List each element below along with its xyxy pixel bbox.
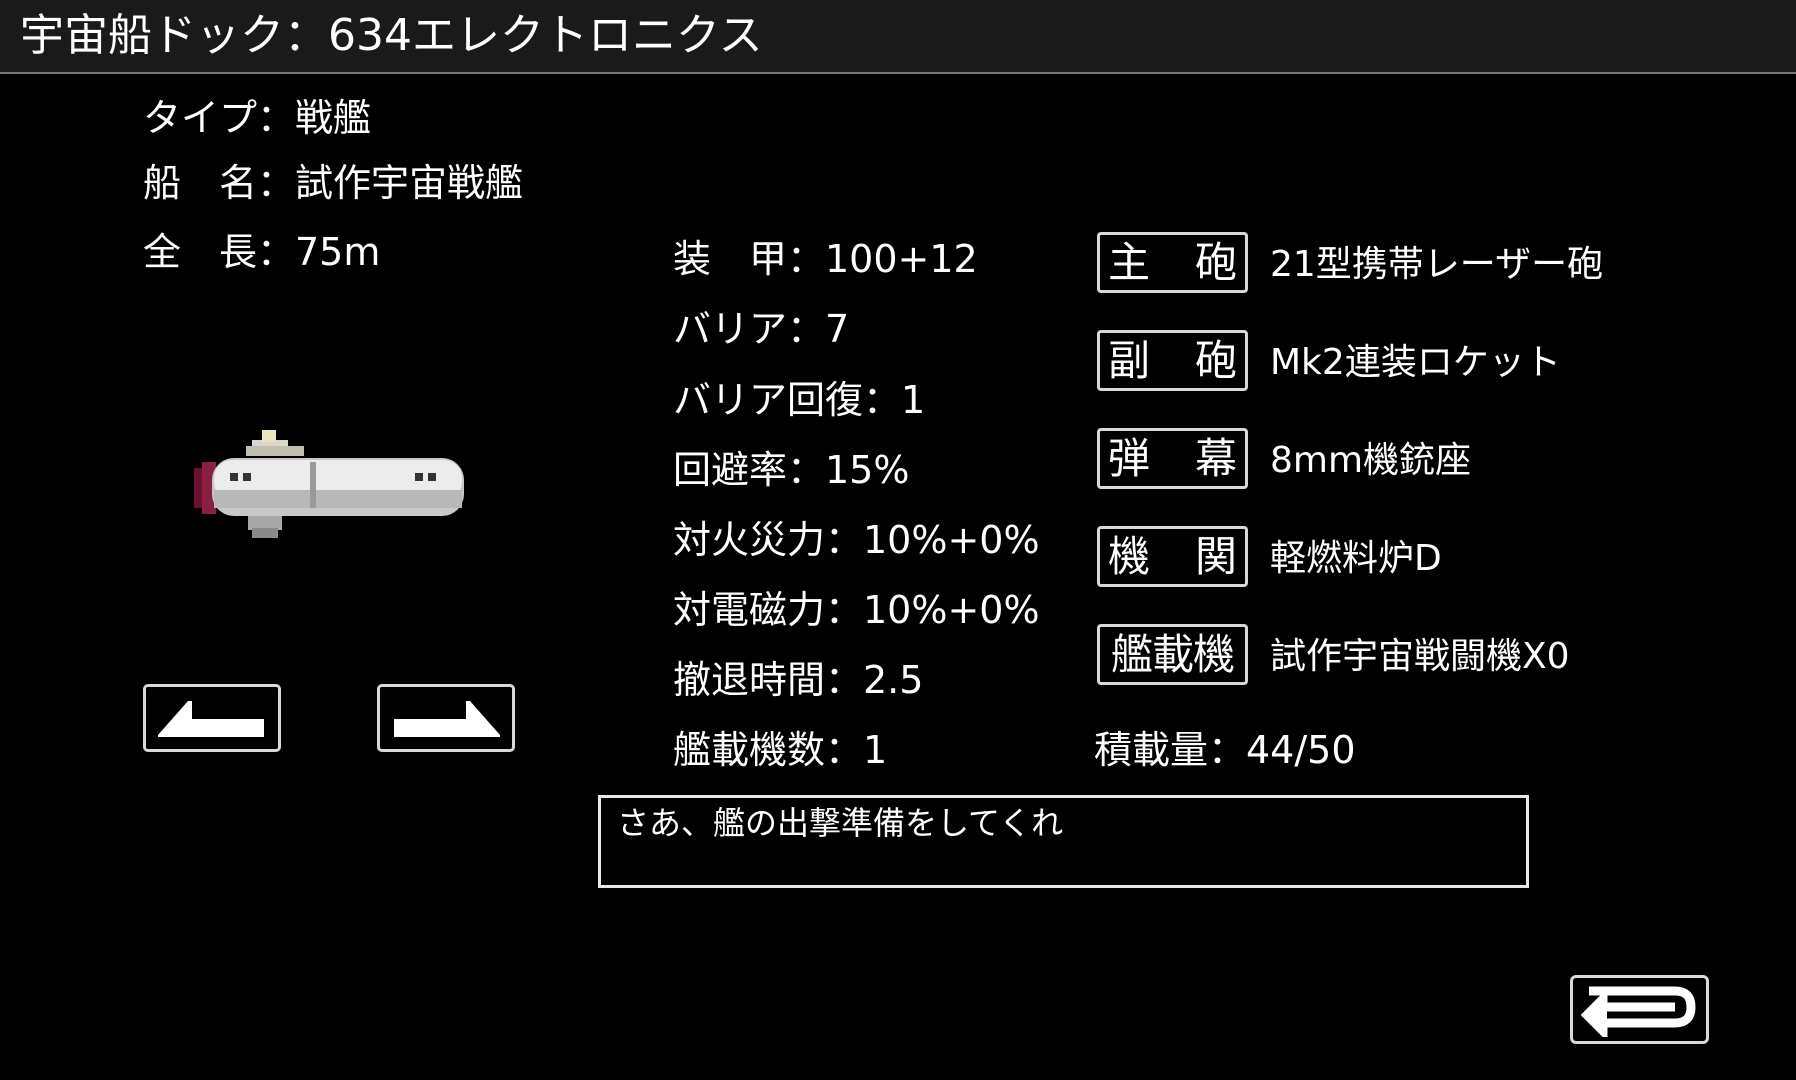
engine-value: 軽燃料炉D (1270, 538, 1442, 579)
ship-length: 全 長：75m (143, 230, 381, 274)
engine-label-a: 機 (1108, 531, 1151, 581)
ship-name: 船 名：試作宇宙戦艦 (143, 161, 524, 205)
barrage-value: 8mm機銃座 (1270, 440, 1472, 481)
engine-button[interactable]: 機 関 (1097, 526, 1248, 587)
sub-gun-label-a: 副 (1108, 335, 1151, 385)
page-title: 宇宙船ドック：634エレクトロニクス (20, 10, 763, 61)
arrow-left-icon (158, 701, 264, 737)
title-bar: 宇宙船ドック：634エレクトロニクス (0, 0, 1796, 74)
load-capacity: 積載量：44/50 (1094, 728, 1356, 772)
return-button[interactable] (1570, 975, 1709, 1044)
main-gun-button[interactable]: 主 砲 (1097, 232, 1248, 293)
barrage-label-b: 幕 (1194, 433, 1237, 483)
stat-armor: 装 甲：100+12 (673, 237, 978, 281)
barrage-button[interactable]: 弾 幕 (1097, 428, 1248, 489)
aircraft-value: 試作宇宙戦闘機X0 (1270, 636, 1570, 677)
engine-label-b: 関 (1194, 531, 1237, 581)
aircraft-label: 艦載機 (1110, 629, 1235, 679)
prev-ship-button[interactable] (143, 684, 281, 752)
message-text: さあ、艦の出撃準備をしてくれ (617, 804, 1064, 842)
arrow-right-icon (394, 701, 500, 737)
stat-barrier: バリア：7 (673, 307, 850, 351)
main-gun-label-a: 主 (1108, 237, 1151, 287)
stat-fire-resist: 対火災力：10%+0% (673, 518, 1040, 562)
stat-carrier-count: 艦載機数：1 (673, 728, 888, 772)
spaceship-sprite (194, 430, 464, 538)
next-ship-button[interactable] (377, 684, 515, 752)
aircraft-button[interactable]: 艦載機 (1097, 624, 1248, 685)
stat-retreat-time: 撤退時間：2.5 (673, 658, 924, 702)
stat-evasion: 回避率：15% (673, 448, 910, 492)
main-gun-value: 21型携帯レーザー砲 (1270, 244, 1604, 285)
main-gun-label-b: 砲 (1194, 237, 1237, 287)
stat-em-resist: 対電磁力：10%+0% (673, 588, 1040, 632)
return-icon (1580, 986, 1696, 1037)
ship-type: タイプ：戦艦 (143, 96, 372, 140)
stat-barrier-recovery: バリア回復：1 (673, 378, 926, 422)
sub-gun-label-b: 砲 (1194, 335, 1237, 385)
sub-gun-value: Mk2連装ロケット (1270, 342, 1561, 383)
sub-gun-button[interactable]: 副 砲 (1097, 330, 1248, 391)
barrage-label-a: 弾 (1108, 433, 1151, 483)
message-box: さあ、艦の出撃準備をしてくれ (598, 795, 1529, 888)
